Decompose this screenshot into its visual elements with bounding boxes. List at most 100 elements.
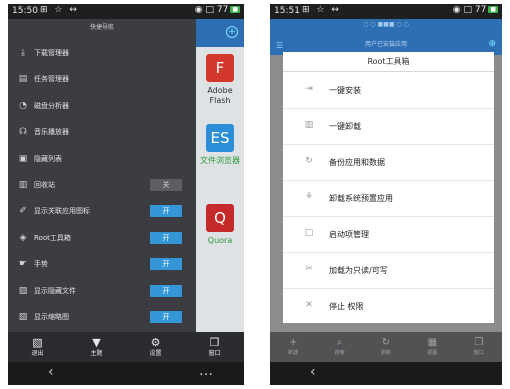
toolbar-tab-label: 搜索 bbox=[334, 350, 345, 356]
dialog-option-label: 卸载系统预置应用 bbox=[329, 194, 393, 203]
status-signal-icons: ◉ □ 77 bbox=[452, 5, 487, 15]
add-icon[interactable]: ⊕ bbox=[488, 39, 496, 49]
dialog-option-label: 一键卸载 bbox=[329, 122, 361, 131]
background-app-grid: + F Adobe Flash ES 文件浏览器 Q Quora bbox=[196, 19, 244, 341]
toggle-switch[interactable]: 关 bbox=[150, 179, 182, 191]
uninstall-icon: ▥ bbox=[304, 120, 314, 130]
drawer-item[interactable]: ⤓ 下载管理器 bbox=[8, 40, 196, 66]
system-apps-icon: ⚘ bbox=[304, 192, 314, 202]
toggle-switch[interactable]: 开 bbox=[150, 258, 182, 271]
drawer-item-label: 下载管理器 bbox=[34, 49, 69, 57]
toggle-switch[interactable]: 开 bbox=[150, 205, 182, 218]
dialog-option-label: 停止 权限 bbox=[329, 302, 364, 311]
trash-icon: ▥ bbox=[18, 180, 28, 190]
dialog-option-label: 一键安装 bbox=[329, 86, 361, 95]
toolbar-tab[interactable]: ❐ 窗口 bbox=[459, 336, 499, 357]
more-icon[interactable]: … bbox=[199, 363, 214, 379]
status-notification-icons: ⊞ ☆ ↔ bbox=[40, 5, 79, 15]
toolbar-tab-label: 退出 bbox=[31, 350, 44, 357]
drawer-item[interactable]: ▥ 回收站 关 bbox=[8, 172, 196, 198]
back-icon[interactable]: ‹ bbox=[310, 364, 316, 380]
toolbar-tab-label: 设置 bbox=[149, 350, 162, 357]
toolbar-tab-icon: ⌕ bbox=[336, 337, 343, 348]
dialog-title: Root工具箱 bbox=[367, 57, 410, 66]
dialog-option[interactable]: ⚘ 卸载系统预置应用 bbox=[283, 180, 494, 217]
toolbar-tab[interactable]: ⌕ 搜索 bbox=[320, 336, 360, 357]
dialog-option[interactable]: ↻ 备份应用和数据 bbox=[283, 144, 494, 181]
drawer-item-label: 显示隐藏文件 bbox=[34, 286, 76, 295]
thumbnail-icon: ▨ bbox=[18, 312, 28, 322]
right-phone-screen: 15:51 ⊞ ☆ ↔ ◉ □ 77 ■ ○ ○ ■■■ ○ ○ ☰ 用户已安装应… bbox=[270, 4, 502, 385]
drawer-item-label: 任务管理器 bbox=[34, 75, 69, 84]
status-bar: 15:50 ⊞ ☆ ↔ ◉ □ 77 ■ bbox=[8, 4, 244, 19]
dialog-option-label: 加载为只读/可写 bbox=[329, 266, 388, 275]
dialog-option[interactable]: ✂ 加载为只读/可写 bbox=[283, 252, 494, 289]
app-header: ○ ○ ■■■ ○ ○ ☰ 用户已安装应用 ⊕ bbox=[270, 19, 502, 55]
toggle-switch[interactable]: 开 bbox=[150, 284, 182, 297]
headphones-icon: ☊ bbox=[19, 127, 27, 138]
toolbar-tab[interactable]: ▼ 主题 bbox=[77, 336, 117, 358]
drawer-item-label: 隐藏列表 bbox=[34, 154, 62, 163]
toolbar-tab-icon: + bbox=[288, 337, 298, 348]
toolbar-tab[interactable]: ▧ 退出 bbox=[18, 336, 58, 358]
drawer-item[interactable]: ▨ 显示缩略图 开 bbox=[8, 304, 196, 330]
drawer-item[interactable]: ▣ 隐藏列表 bbox=[8, 146, 196, 172]
toolbar-tab[interactable]: ↻ 刷新 bbox=[366, 336, 406, 357]
drawer-item-label: 音乐播放器 bbox=[34, 128, 69, 137]
toolbar-tab[interactable]: ⚙ 设置 bbox=[136, 336, 176, 358]
quick-nav-drawer: 快捷导航 ⤓ 下载管理器 ▤ 任务管理器 ◔ 磁盘分析器 ☊ 音乐播放器 ▣ 隐藏列表 ▥ 回收站 关 ✐… bbox=[8, 19, 196, 341]
download-icon: ⤓ bbox=[21, 48, 25, 58]
drawer-item[interactable]: ✐ 显示关联应用图标 开 bbox=[8, 198, 196, 224]
app-tile-icon[interactable]: Q bbox=[206, 204, 234, 232]
system-nav-bar: ‹ bbox=[270, 362, 502, 385]
toolbar-tab-label: 视图 bbox=[427, 350, 438, 356]
status-right-icons: ◉ □ 77 ■ bbox=[195, 5, 240, 15]
toolbar-tab[interactable]: + 新建 bbox=[273, 336, 313, 357]
toolbar-tab-label: 刷新 bbox=[380, 350, 391, 356]
app-tile-icon[interactable]: F bbox=[206, 54, 234, 82]
dialog-option-label: 启动项管理 bbox=[329, 230, 369, 239]
page-indicator: ○ ○ ■■■ ○ ○ bbox=[363, 21, 409, 28]
app-tile-label: Quora bbox=[207, 236, 233, 245]
dialog-option[interactable]: ✕ 停止 权限 bbox=[283, 288, 494, 324]
back-icon[interactable]: ‹ bbox=[48, 364, 54, 380]
status-notification-icons: ⊞ ☆ ↔ bbox=[302, 5, 341, 15]
drawer-item[interactable]: ◈ Root工具箱 开 bbox=[8, 225, 196, 251]
battery-icon: ■ bbox=[488, 6, 498, 13]
toggle-switch[interactable]: 开 bbox=[150, 311, 182, 323]
assoc-icon: ✐ bbox=[19, 206, 27, 217]
status-bar: 15:51 ⊞ ☆ ↔ ◉ □ 77 ■ bbox=[270, 4, 502, 19]
toolbar-tab-icon: ▧ bbox=[32, 336, 43, 349]
battery-icon: ■ bbox=[230, 6, 240, 13]
status-signal-icons: ◉ □ 77 bbox=[194, 5, 229, 15]
bottom-toolbar: ▧ 退出 ▼ 主题 ⚙ 设置 ❐ 窗口 bbox=[8, 332, 244, 362]
root-tools-icon: ◈ bbox=[19, 232, 27, 243]
drawer-item[interactable]: ☛ 手势 开 bbox=[8, 251, 196, 277]
system-nav-bar: ‹ … bbox=[8, 362, 244, 385]
stop-icon: ✕ bbox=[305, 300, 313, 310]
toggle-switch[interactable]: 开 bbox=[150, 231, 182, 244]
toolbar-tab-icon: ▼ bbox=[92, 336, 101, 349]
add-icon[interactable]: + bbox=[226, 26, 238, 38]
left-phone-screen: 15:50 ⊞ ☆ ↔ ◉ □ 77 ■ + F Adobe Flash ES 文件浏览… bbox=[8, 4, 244, 385]
toolbar-tab-icon: ↻ bbox=[381, 337, 391, 348]
dialog-option-label: 备份应用和数据 bbox=[329, 158, 385, 167]
drawer-item[interactable]: ▤ 任务管理器 bbox=[8, 66, 196, 92]
drawer-item-label: 磁盘分析器 bbox=[34, 101, 69, 110]
status-time: 15:51 bbox=[274, 6, 300, 16]
drawer-item[interactable]: ◔ 磁盘分析器 bbox=[8, 93, 196, 119]
app-tile-icon[interactable]: ES bbox=[206, 124, 234, 152]
drawer-item[interactable]: ▧ 显示隐藏文件 开 bbox=[8, 278, 196, 304]
toolbar-tab[interactable]: ▦ 视图 bbox=[412, 336, 452, 357]
hidden-files-icon: ▧ bbox=[18, 285, 28, 296]
dialog-option[interactable]: ▥ 一键卸载 bbox=[283, 108, 494, 145]
drawer-item-label: Root工具箱 bbox=[34, 233, 71, 242]
toolbar-tab-label: 窗口 bbox=[208, 350, 221, 357]
dialog-option[interactable]: □ 启动项管理 bbox=[283, 216, 494, 253]
toolbar-tab-label: 窗口 bbox=[473, 350, 484, 356]
drawer-item-label: 手势 bbox=[34, 260, 48, 269]
drawer-item[interactable]: ☊ 音乐播放器 bbox=[8, 119, 196, 145]
dialog-option[interactable]: ⇥ 一键安装 bbox=[283, 72, 494, 109]
drawer-item-label: 显示缩略图 bbox=[34, 313, 69, 321]
toolbar-tab[interactable]: ❐ 窗口 bbox=[195, 336, 235, 358]
